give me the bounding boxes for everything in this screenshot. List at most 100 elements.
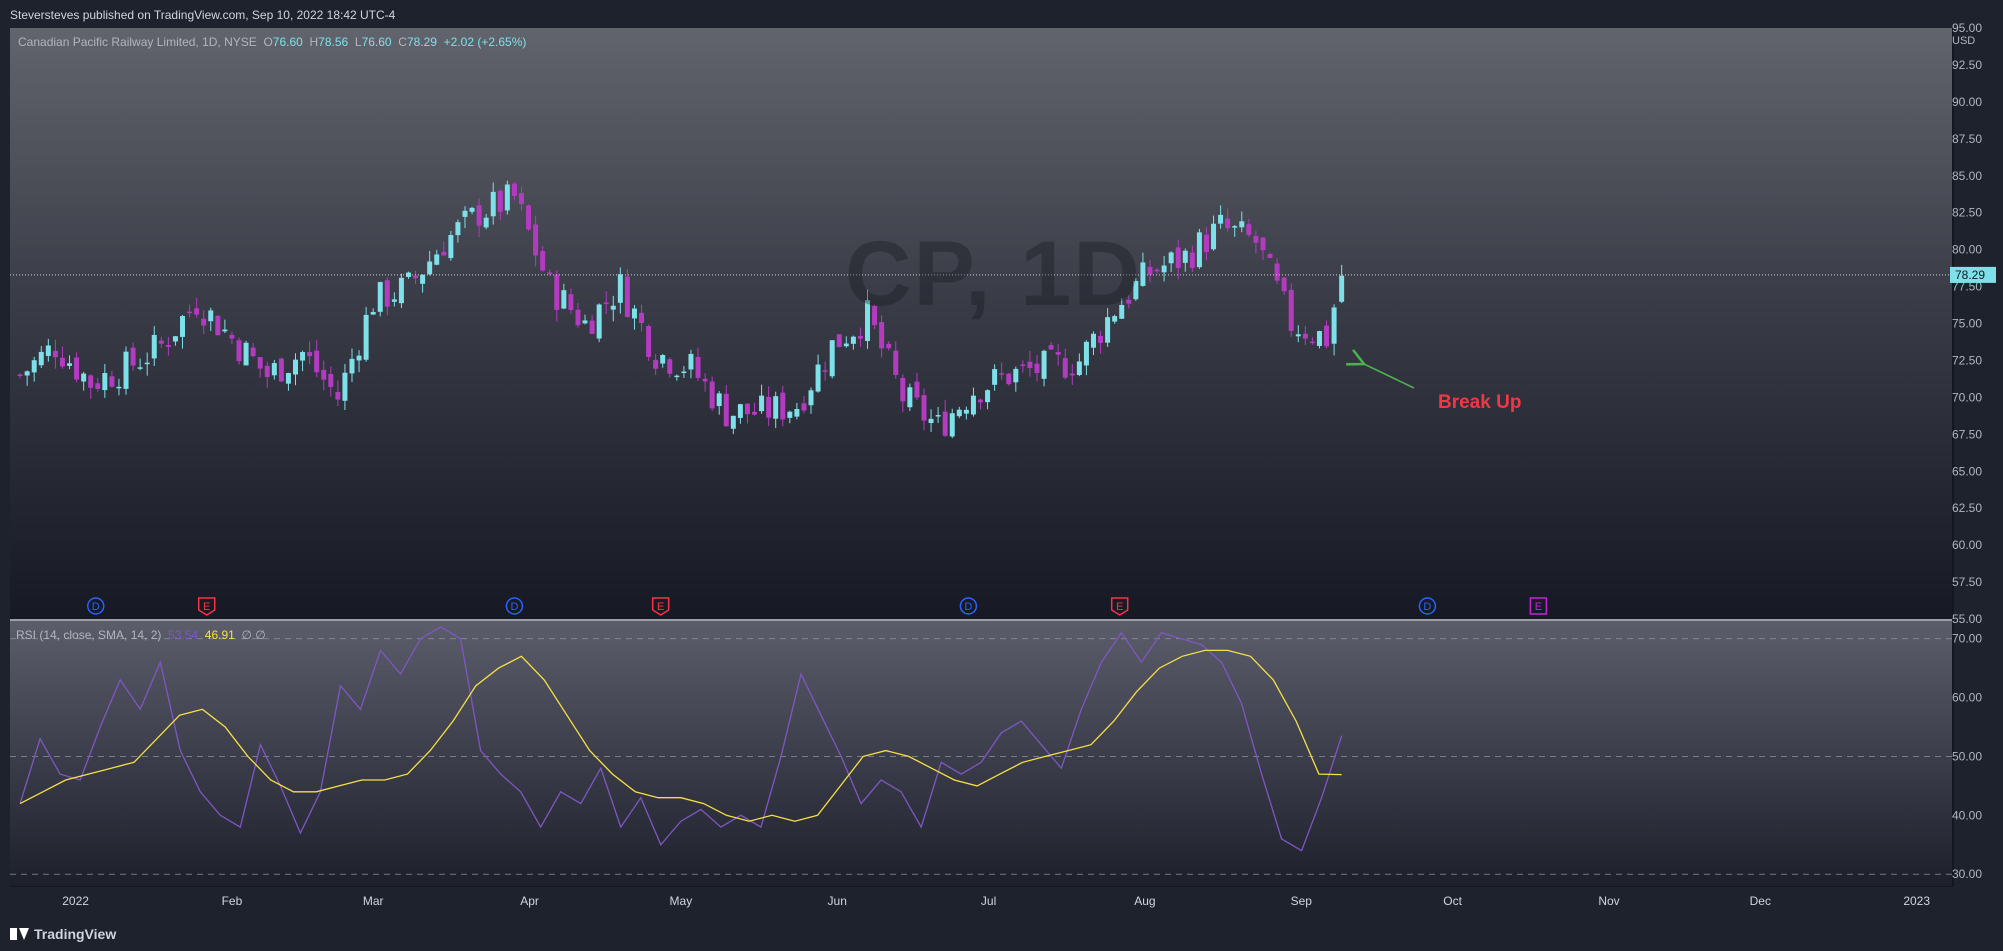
candle-body bbox=[589, 320, 595, 334]
candle-body bbox=[822, 370, 828, 372]
candle-body bbox=[1218, 214, 1224, 224]
candle-body bbox=[1090, 333, 1096, 348]
earnings-marker-label: E bbox=[657, 601, 664, 613]
candle-body bbox=[448, 235, 454, 259]
candle-body bbox=[1098, 335, 1104, 343]
candle-body bbox=[165, 344, 171, 347]
break-up-annotation: Break Up bbox=[1438, 392, 1522, 413]
candle-body bbox=[702, 378, 708, 382]
candle-body bbox=[455, 222, 461, 236]
candle-body bbox=[1189, 252, 1195, 268]
candle-body bbox=[236, 340, 242, 362]
candle-body bbox=[300, 352, 306, 361]
candle-body bbox=[208, 310, 214, 322]
low-label: L bbox=[354, 35, 362, 49]
candle-body bbox=[1203, 234, 1209, 253]
price-axis: USD95.0092.5090.0087.5085.0082.5080.0077… bbox=[1952, 21, 1982, 626]
price-tick-label: 75.00 bbox=[1952, 317, 1982, 331]
open-value: 76.60 bbox=[272, 35, 303, 49]
time-tick-label: Oct bbox=[1443, 894, 1462, 908]
close-value: 78.29 bbox=[406, 35, 437, 49]
earnings-marker-label: E bbox=[1535, 601, 1542, 613]
candle-body bbox=[1048, 345, 1054, 350]
candle-body bbox=[744, 403, 750, 415]
last-price-tag: 78.29 bbox=[1950, 266, 1996, 283]
candle-body bbox=[137, 367, 143, 369]
candle-body bbox=[469, 207, 475, 212]
candle-body bbox=[681, 371, 687, 374]
tradingview-logo[interactable]: TradingView bbox=[10, 926, 116, 942]
symbol-title: Canadian Pacific Railway Limited, 1D, NY… bbox=[18, 35, 257, 49]
price-tick-label: 57.50 bbox=[1952, 575, 1982, 589]
candle-body bbox=[1006, 373, 1012, 385]
low-value: 76.60 bbox=[361, 35, 392, 49]
candle-body bbox=[285, 373, 291, 384]
candle-body bbox=[554, 274, 560, 310]
candle-body bbox=[321, 369, 327, 380]
candle-body bbox=[391, 299, 397, 302]
candle-body bbox=[730, 415, 736, 429]
candle-body bbox=[808, 390, 814, 406]
candle-body bbox=[688, 353, 694, 370]
candle-body bbox=[504, 184, 510, 211]
candle-body bbox=[518, 193, 524, 205]
rsi-tick-label: 60.00 bbox=[1952, 691, 1982, 705]
candle-body bbox=[88, 375, 94, 388]
candle-body bbox=[857, 335, 863, 339]
earnings-marker-label: E bbox=[203, 601, 210, 613]
time-tick-label: 2022 bbox=[62, 894, 89, 908]
candle-body bbox=[773, 396, 779, 419]
high-label: H bbox=[309, 35, 319, 49]
rsi-value: 53.54 bbox=[168, 628, 199, 642]
rsi-ma-value: 46.91 bbox=[204, 628, 235, 642]
candle-body bbox=[180, 316, 186, 337]
price-tick-label: 82.50 bbox=[1952, 206, 1982, 220]
candle-body bbox=[1055, 352, 1061, 355]
candle-body bbox=[596, 304, 602, 339]
candle-body bbox=[1182, 250, 1188, 263]
candle-body bbox=[1154, 269, 1160, 272]
candle-body bbox=[151, 334, 157, 359]
candle-body bbox=[356, 355, 362, 361]
candle-body bbox=[985, 390, 991, 403]
candle-body bbox=[95, 383, 101, 389]
candle-body bbox=[610, 305, 616, 310]
candle-body bbox=[511, 183, 517, 196]
candle-body bbox=[215, 315, 221, 336]
candle-body bbox=[999, 373, 1005, 375]
candle-body bbox=[1253, 236, 1259, 243]
candle-body bbox=[843, 343, 849, 347]
candle-body bbox=[970, 395, 976, 415]
symbol-watermark: CP, 1D bbox=[845, 223, 1142, 325]
candle-body bbox=[575, 309, 581, 326]
candle-body bbox=[921, 395, 927, 421]
candle-body bbox=[1161, 265, 1167, 273]
price-tick-label: 92.50 bbox=[1952, 58, 1982, 72]
candle-body bbox=[292, 359, 298, 375]
candle-body bbox=[914, 381, 920, 398]
chart-canvas[interactable]: USD95.0092.5090.0087.5085.0082.5080.0077… bbox=[0, 0, 2003, 951]
time-tick-label: Jun bbox=[828, 894, 847, 908]
tradingview-logo-icon bbox=[10, 928, 29, 940]
candle-body bbox=[130, 347, 136, 366]
candle-body bbox=[194, 308, 200, 315]
candle-body bbox=[1339, 275, 1345, 302]
rsi-title: RSI (14, close, SMA, 14, 2) bbox=[16, 628, 162, 642]
candle-body bbox=[24, 371, 30, 376]
candle-body bbox=[526, 205, 532, 230]
candle-body bbox=[349, 358, 355, 374]
time-tick-label: 2023 bbox=[1903, 894, 1930, 908]
candle-body bbox=[462, 210, 468, 217]
candle-body bbox=[928, 418, 934, 424]
candle-body bbox=[328, 373, 334, 387]
candle-body bbox=[759, 395, 765, 412]
candle-body bbox=[653, 359, 659, 369]
candle-body bbox=[413, 275, 419, 279]
tradingview-brand: TradingView bbox=[34, 926, 117, 942]
candle-body bbox=[144, 362, 150, 365]
candle-body bbox=[335, 391, 341, 400]
candle-body bbox=[603, 302, 609, 304]
candle-body bbox=[31, 360, 37, 373]
candle-body bbox=[561, 290, 567, 309]
candle-body bbox=[723, 393, 729, 427]
